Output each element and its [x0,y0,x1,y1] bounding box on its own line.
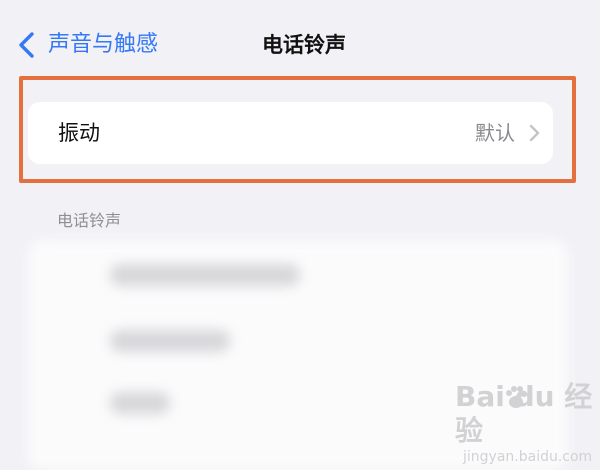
ringtone-section-header: 电话铃声 [57,211,122,230]
baidu-paw-icon [506,386,527,408]
vibration-row[interactable]: 振动 默认 [28,102,553,164]
navigation-bar: 声音与触感 电话铃声 [0,0,600,90]
watermark-url: jingyan.baidu.com [463,449,593,465]
vibration-value: 默认 [475,121,515,145]
ringtone-item-blurred[interactable] [110,264,300,286]
baidu-jingyan-watermark: Bai du 经验 jingyan.baidu.com [455,380,595,465]
ringtone-item-blurred[interactable] [110,392,170,414]
page-title: 电话铃声 [262,33,346,57]
ringtone-item-blurred[interactable] [110,330,230,352]
chevron-right-icon [529,124,540,142]
vibration-label: 振动 [58,121,100,145]
